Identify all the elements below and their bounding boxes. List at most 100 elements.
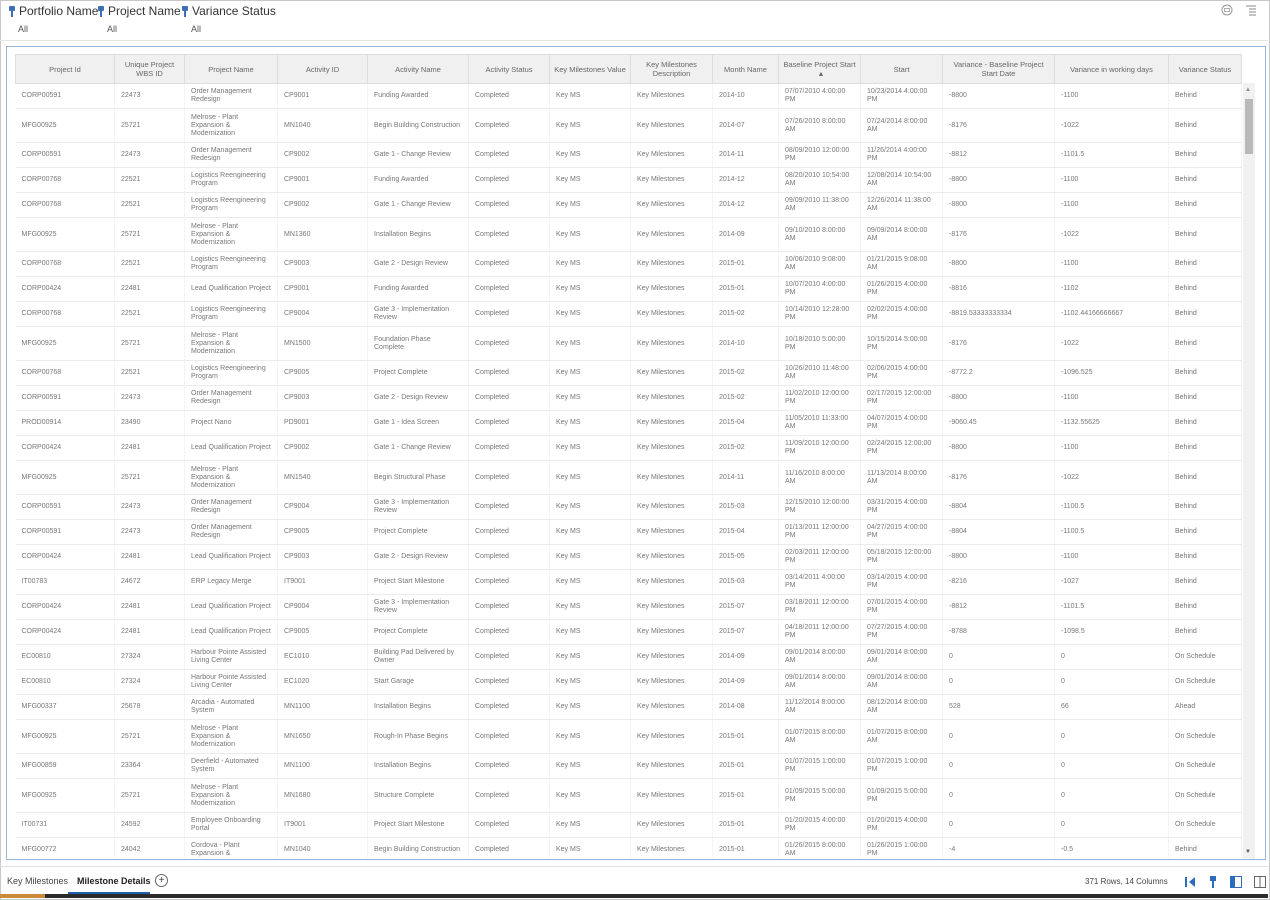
table-cell: 0	[942, 753, 1055, 779]
table-row[interactable]: MFG00925 25721 Melrose - Plant Expansion &…	[15, 778, 1242, 813]
table-cell: CORP00424	[15, 276, 115, 302]
column-header[interactable]: Month Name	[712, 54, 779, 84]
filter-label: Variance Status	[192, 4, 276, 18]
table-cell: CORP00768	[15, 301, 115, 327]
column-header[interactable]: Unique Project WBS ID	[114, 54, 185, 84]
column-header[interactable]: Key Milestones Description	[630, 54, 713, 84]
table-cell: 02/24/2015 12:00:00 PM	[860, 435, 943, 461]
table-cell: CP9001	[277, 83, 368, 109]
plus-circle-icon[interactable]: +	[155, 874, 168, 887]
table-cell: Order Management Redesign	[184, 385, 278, 411]
vertical-scrollbar[interactable]: ▲ ▼	[1243, 83, 1255, 859]
menu-icon[interactable]	[1244, 3, 1258, 17]
table-cell: Key MS	[549, 410, 631, 436]
filter-label: Portfolio Name	[19, 4, 99, 18]
table-cell: Order Management Redesign	[184, 142, 278, 168]
table-cell: Key MS	[549, 569, 631, 595]
tab-milestone-details[interactable]: Milestone Details	[77, 876, 151, 886]
table-row[interactable]: CORP00768 22521 Logistics Reengineering Pr…	[15, 251, 1242, 277]
table-cell: Gate 2 - Design Review	[367, 251, 469, 277]
column-header[interactable]: Baseline Project Start▲	[778, 54, 861, 84]
filter-value[interactable]: All	[181, 24, 276, 34]
table-row[interactable]: MFG00925 25721 Melrose - Plant Expansion &…	[15, 108, 1242, 143]
table-row[interactable]: CORP00591 22473 Order Management Redesign C…	[15, 519, 1242, 545]
column-header-label: Activity Status	[485, 64, 533, 74]
table-cell: 2014-12	[712, 167, 779, 193]
table-cell: Behind	[1168, 217, 1242, 252]
table-cell: 2015-02	[712, 301, 779, 327]
table-row[interactable]: CORP00591 22473 Order Management Redesign C…	[15, 494, 1242, 520]
table-row[interactable]: CORP00424 22481 Lead Qualification Project…	[15, 544, 1242, 570]
scroll-up-icon[interactable]: ▲	[1245, 87, 1251, 93]
column-header[interactable]: Project Id	[15, 54, 115, 84]
table-cell: Key Milestones	[630, 569, 713, 595]
table-row[interactable]: MFG00772 24042 Cordova - Plant Expansion &…	[15, 837, 1242, 859]
panel-left-icon[interactable]	[1230, 875, 1242, 893]
filter-variance-status[interactable]: Variance Status All	[181, 4, 276, 34]
pin-icon[interactable]	[1208, 875, 1218, 893]
table-cell: PD9001	[277, 410, 368, 436]
table-cell: Key Milestones	[630, 753, 713, 779]
table-row[interactable]: MFG00925 25721 Melrose - Plant Expansion &…	[15, 326, 1242, 361]
table-cell: Completed	[468, 301, 550, 327]
table-row[interactable]: MFG00925 25721 Melrose - Plant Expansion &…	[15, 460, 1242, 495]
column-header[interactable]: Key Milestones Value	[549, 54, 631, 84]
filter-project-name[interactable]: Project Name All	[97, 4, 181, 34]
column-header[interactable]: Activity ID	[277, 54, 368, 84]
table-cell: 01/26/2015 4:00:00 PM	[860, 276, 943, 302]
first-page-icon[interactable]	[1184, 875, 1196, 893]
column-header[interactable]: Start	[860, 54, 943, 84]
table-row[interactable]: CORP00768 22521 Logistics Reengineering Pr…	[15, 360, 1242, 386]
table-row[interactable]: CORP00424 22481 Lead Qualification Project…	[15, 435, 1242, 461]
table-cell: -8772.2	[942, 360, 1055, 386]
table-cell: 22521	[114, 251, 185, 277]
filter-value[interactable]: All	[8, 24, 98, 34]
column-header[interactable]: Activity Status	[468, 54, 550, 84]
table-cell: 11/02/2010 12:00:00 PM	[778, 385, 861, 411]
column-header[interactable]: Project Name	[184, 54, 278, 84]
tab-key-milestones[interactable]: Key Milestones	[7, 876, 68, 886]
table-cell: 0	[1054, 719, 1169, 754]
sort-ascending-icon[interactable]: ▲	[818, 70, 825, 79]
filter-value[interactable]: All	[97, 24, 181, 34]
print-icon[interactable]	[1220, 3, 1234, 17]
table-row[interactable]: IT00731 24592 Employee Onboarding Portal IT…	[15, 812, 1242, 838]
column-header[interactable]: Activity Name	[367, 54, 469, 84]
table-row[interactable]: PROD00914 23490 Project Nano PD9001 Gate 1 -…	[15, 410, 1242, 436]
table-row[interactable]: CORP00768 22521 Logistics Reengineering Pr…	[15, 192, 1242, 218]
table-cell: -8800	[942, 192, 1055, 218]
table-row[interactable]: EC00810 27324 Harbour Pointe Assisted Livi…	[15, 669, 1242, 695]
table-cell: MN1540	[277, 460, 368, 495]
column-header[interactable]: Variance in working days	[1054, 54, 1169, 84]
table-row[interactable]: MFG00859 23364 Deerfield - Automated Syste…	[15, 753, 1242, 779]
table-row[interactable]: CORP00768 22521 Logistics Reengineering Pr…	[15, 301, 1242, 327]
table-row[interactable]: CORP00424 22481 Lead Qualification Project…	[15, 276, 1242, 302]
table-cell: 03/14/2011 4:00:00 PM	[778, 569, 861, 595]
table-cell: Start Garage	[367, 669, 469, 695]
table-row[interactable]: CORP00424 22481 Lead Qualification Project…	[15, 619, 1242, 645]
column-header[interactable]: Variance - Baseline Project Start Date	[942, 54, 1055, 84]
table-row[interactable]: CORP00591 22473 Order Management Redesign C…	[15, 385, 1242, 411]
scroll-thumb[interactable]	[1245, 99, 1253, 154]
table-cell: 2015-07	[712, 619, 779, 645]
table-row[interactable]: MFG00925 25721 Melrose - Plant Expansion &…	[15, 719, 1242, 754]
table-cell: Lead Qualification Project	[184, 544, 278, 570]
scroll-down-icon[interactable]: ▼	[1245, 849, 1251, 855]
table-cell: 2015-01	[712, 719, 779, 754]
table-cell: Key MS	[549, 694, 631, 720]
column-header[interactable]: Variance Status	[1168, 54, 1242, 84]
table-row[interactable]: CORP00424 22481 Lead Qualification Project…	[15, 594, 1242, 620]
table-row[interactable]: CORP00591 22473 Order Management Redesign C…	[15, 83, 1242, 109]
panel-split-icon[interactable]	[1254, 875, 1266, 893]
table-row[interactable]: EC00810 27324 Harbour Pointe Assisted Livi…	[15, 644, 1242, 670]
table-row[interactable]: MFG00925 25721 Melrose - Plant Expansion &…	[15, 217, 1242, 252]
table-cell: Key MS	[549, 812, 631, 838]
filter-portfolio-name[interactable]: Portfolio Name All	[8, 4, 98, 34]
table-row[interactable]: MFG00337 25678 Arcadia - Automated System M…	[15, 694, 1242, 720]
table-row[interactable]: CORP00768 22521 Logistics Reengineering Pr…	[15, 167, 1242, 193]
table-row[interactable]: IT00783 24672 ERP Legacy Merge IT9001 Projec…	[15, 569, 1242, 595]
table-cell: -8804	[942, 519, 1055, 545]
table-cell: -8800	[942, 167, 1055, 193]
table-row[interactable]: CORP00591 22473 Order Management Redesign C…	[15, 142, 1242, 168]
table-cell: 22481	[114, 594, 185, 620]
